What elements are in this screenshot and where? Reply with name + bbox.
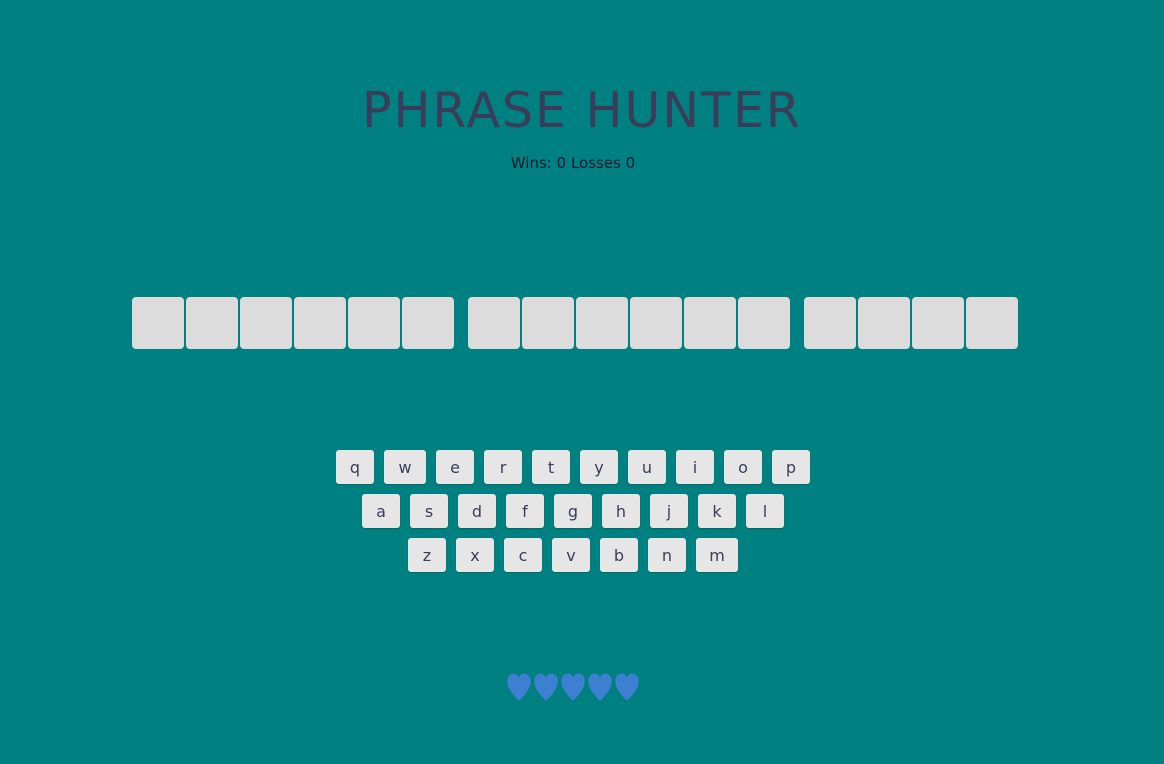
hidden-letter-tile	[468, 297, 520, 349]
hidden-letter-tile	[630, 297, 682, 349]
key-e[interactable]: e	[436, 450, 474, 484]
key-g[interactable]: g	[554, 494, 592, 528]
key-m[interactable]: m	[696, 538, 738, 572]
hidden-letter-tile	[132, 297, 184, 349]
lives-display	[0, 672, 1146, 702]
heart-icon	[534, 673, 558, 701]
heart-icon	[588, 673, 612, 701]
phrase-board	[132, 297, 1018, 349]
hidden-letter-tile	[240, 297, 292, 349]
key-y[interactable]: y	[580, 450, 618, 484]
hidden-letter-tile	[684, 297, 736, 349]
key-w[interactable]: w	[384, 450, 426, 484]
hidden-letter-tile	[348, 297, 400, 349]
key-h[interactable]: h	[602, 494, 640, 528]
game-title: PHRASE HUNTER	[362, 82, 802, 139]
key-x[interactable]: x	[456, 538, 494, 572]
heart-icon	[615, 673, 639, 701]
hidden-letter-tile	[858, 297, 910, 349]
hidden-letter-tile	[576, 297, 628, 349]
hidden-letter-tile	[912, 297, 964, 349]
key-a[interactable]: a	[362, 494, 400, 528]
keyboard-row: qwertyuiop	[0, 450, 1146, 484]
losses-label: Losses	[570, 154, 621, 172]
game-screen: PHRASE HUNTER Wins: 0 Losses 0 qwertyuio…	[0, 0, 1164, 764]
phrase-word	[132, 297, 454, 349]
key-n[interactable]: n	[648, 538, 686, 572]
hidden-letter-tile	[294, 297, 346, 349]
hidden-letter-tile	[966, 297, 1018, 349]
losses-count: 0	[625, 154, 636, 172]
key-t[interactable]: t	[532, 450, 570, 484]
key-c[interactable]: c	[504, 538, 542, 572]
key-s[interactable]: s	[410, 494, 448, 528]
key-b[interactable]: b	[600, 538, 638, 572]
keyboard-row: zxcvbnm	[0, 538, 1146, 572]
heart-icon	[507, 673, 531, 701]
key-d[interactable]: d	[458, 494, 496, 528]
hidden-letter-tile	[402, 297, 454, 349]
wins-count: 0	[556, 154, 567, 172]
key-k[interactable]: k	[698, 494, 736, 528]
key-u[interactable]: u	[628, 450, 666, 484]
heart-icon	[561, 673, 585, 701]
key-z[interactable]: z	[408, 538, 446, 572]
hidden-letter-tile	[186, 297, 238, 349]
key-i[interactable]: i	[676, 450, 714, 484]
key-l[interactable]: l	[746, 494, 784, 528]
hidden-letter-tile	[738, 297, 790, 349]
on-screen-keyboard: qwertyuiop asdfghjkl zxcvbnm	[0, 450, 1146, 582]
key-p[interactable]: p	[772, 450, 810, 484]
key-q[interactable]: q	[336, 450, 374, 484]
phrase-word	[468, 297, 790, 349]
key-j[interactable]: j	[650, 494, 688, 528]
scoreboard: Wins: 0 Losses 0	[0, 154, 1146, 172]
hidden-letter-tile	[522, 297, 574, 349]
phrase-word	[804, 297, 1018, 349]
key-f[interactable]: f	[506, 494, 544, 528]
key-o[interactable]: o	[724, 450, 762, 484]
hidden-letter-tile	[804, 297, 856, 349]
keyboard-row: asdfghjkl	[0, 494, 1146, 528]
key-v[interactable]: v	[552, 538, 590, 572]
key-r[interactable]: r	[484, 450, 522, 484]
wins-label: Wins:	[510, 154, 552, 172]
